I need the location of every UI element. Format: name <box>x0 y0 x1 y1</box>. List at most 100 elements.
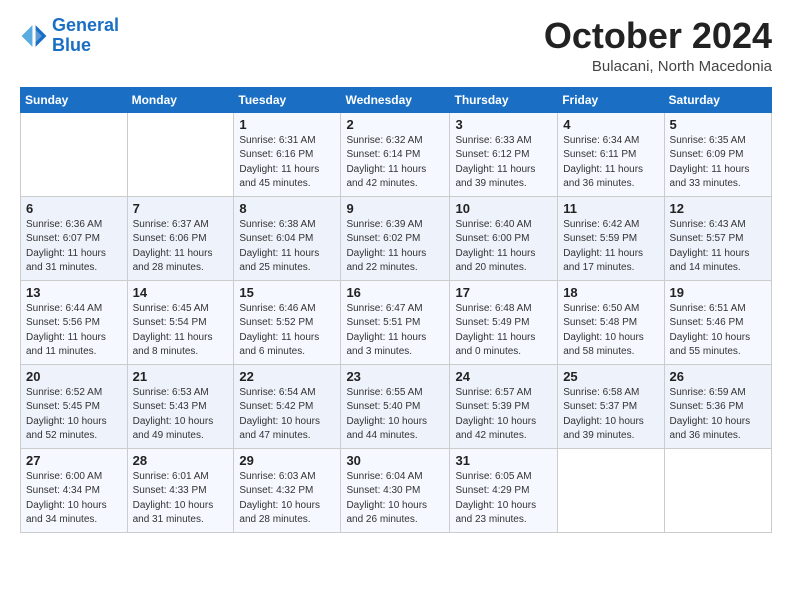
day-detail-29: Sunrise: 6:03 AMSunset: 4:32 PMDaylight:… <box>239 470 335 528</box>
calendar-header-row: Sunday Monday Tuesday Wednesday Thursday… <box>21 87 772 112</box>
cell-w1-d3: 1Sunrise: 6:31 AMSunset: 6:16 PMDaylight… <box>234 112 341 196</box>
day-detail-3: Sunrise: 6:33 AMSunset: 6:12 PMDaylight:… <box>455 134 552 192</box>
day-number-30: 30 <box>346 453 444 468</box>
cell-w4-d6: 25Sunrise: 6:58 AMSunset: 5:37 PMDayligh… <box>558 364 664 448</box>
day-number-29: 29 <box>239 453 335 468</box>
cell-w2-d4: 9 Sunrise: 6:39 AMSunset: 6:02 PMDaylight… <box>341 196 450 280</box>
day-number-27: 27 <box>26 453 122 468</box>
cell-w5-d6 <box>558 448 664 532</box>
month-title: October 2024 <box>544 16 772 56</box>
day-detail-21: Sunrise: 6:53 AMSunset: 5:43 PMDaylight:… <box>133 386 229 444</box>
day-number-5: 5 <box>670 117 766 132</box>
day-number-8: 8 <box>239 201 335 216</box>
cell-w4-d1: 20 Sunrise: 6:52 AMSunset: 5:45 PMDayligh… <box>21 364 128 448</box>
location-subtitle: Bulacani, North Macedonia <box>544 58 772 75</box>
cell-w1-d2 <box>127 112 234 196</box>
day-number-22: 22 <box>239 369 335 384</box>
day-detail-14: Sunrise: 6:45 AMSunset: 5:54 PMDaylight:… <box>133 302 229 360</box>
week-row-4: 20 Sunrise: 6:52 AMSunset: 5:45 PMDayligh… <box>21 364 772 448</box>
day-number-1: 1 <box>239 117 335 132</box>
cell-w1-d6: 4 Sunrise: 6:34 AMSunset: 6:11 PMDaylight… <box>558 112 664 196</box>
header-friday: Friday <box>558 87 664 112</box>
day-detail-11: Sunrise: 6:42 AMSunset: 5:59 PMDaylight:… <box>563 218 658 276</box>
day-detail-8: Sunrise: 6:38 AMSunset: 6:04 PMDaylight:… <box>239 218 335 276</box>
day-detail-26: Sunrise: 6:59 AMSunset: 5:36 PMDaylight:… <box>670 386 766 444</box>
day-detail-24: Sunrise: 6:57 AMSunset: 5:39 PMDaylight:… <box>455 386 552 444</box>
day-detail-25: Sunrise: 6:58 AMSunset: 5:37 PMDaylight:… <box>563 386 658 444</box>
day-number-23: 23 <box>346 369 444 384</box>
day-number-10: 10 <box>455 201 552 216</box>
logo-icon <box>20 22 48 50</box>
cell-w5-d7 <box>664 448 771 532</box>
cell-w4-d3: 22 Sunrise: 6:54 AMSunset: 5:42 PMDayligh… <box>234 364 341 448</box>
cell-w4-d4: 23 Sunrise: 6:55 AMSunset: 5:40 PMDayligh… <box>341 364 450 448</box>
day-number-19: 19 <box>670 285 766 300</box>
day-number-2: 2 <box>346 117 444 132</box>
day-number-15: 15 <box>239 285 335 300</box>
day-number-4: 4 <box>563 117 658 132</box>
day-number-9: 9 <box>346 201 444 216</box>
cell-w1-d7: 5 Sunrise: 6:35 AMSunset: 6:09 PMDaylight… <box>664 112 771 196</box>
header-tuesday: Tuesday <box>234 87 341 112</box>
day-detail-15: Sunrise: 6:46 AMSunset: 5:52 PMDaylight:… <box>239 302 335 360</box>
day-detail-13: Sunrise: 6:44 AMSunset: 5:56 PMDaylight:… <box>26 302 122 360</box>
page: General Blue October 2024 Bulacani, Nort… <box>0 0 792 612</box>
cell-w4-d7: 26 Sunrise: 6:59 AMSunset: 5:36 PMDayligh… <box>664 364 771 448</box>
header: General Blue October 2024 Bulacani, Nort… <box>20 16 772 75</box>
day-detail-2: Sunrise: 6:32 AMSunset: 6:14 PMDaylight:… <box>346 134 444 192</box>
header-monday: Monday <box>127 87 234 112</box>
cell-w3-d6: 18Sunrise: 6:50 AMSunset: 5:48 PMDayligh… <box>558 280 664 364</box>
day-number-7: 7 <box>133 201 229 216</box>
day-number-28: 28 <box>133 453 229 468</box>
day-detail-23: Sunrise: 6:55 AMSunset: 5:40 PMDaylight:… <box>346 386 444 444</box>
logo-line1: General <box>52 15 119 35</box>
day-number-24: 24 <box>455 369 552 384</box>
logo-text: General Blue <box>52 16 119 56</box>
day-detail-22: Sunrise: 6:54 AMSunset: 5:42 PMDaylight:… <box>239 386 335 444</box>
logo-line2: Blue <box>52 35 91 55</box>
day-detail-28: Sunrise: 6:01 AMSunset: 4:33 PMDaylight:… <box>133 470 229 528</box>
cell-w4-d2: 21 Sunrise: 6:53 AMSunset: 5:43 PMDayligh… <box>127 364 234 448</box>
cell-w1-d1 <box>21 112 128 196</box>
cell-w3-d1: 13Sunrise: 6:44 AMSunset: 5:56 PMDayligh… <box>21 280 128 364</box>
cell-w3-d3: 15 Sunrise: 6:46 AMSunset: 5:52 PMDayligh… <box>234 280 341 364</box>
day-detail-20: Sunrise: 6:52 AMSunset: 5:45 PMDaylight:… <box>26 386 122 444</box>
day-detail-9: Sunrise: 6:39 AMSunset: 6:02 PMDaylight:… <box>346 218 444 276</box>
title-block: October 2024 Bulacani, North Macedonia <box>544 16 772 75</box>
cell-w5-d3: 29 Sunrise: 6:03 AMSunset: 4:32 PMDayligh… <box>234 448 341 532</box>
day-number-17: 17 <box>455 285 552 300</box>
day-detail-7: Sunrise: 6:37 AMSunset: 6:06 PMDaylight:… <box>133 218 229 276</box>
day-number-20: 20 <box>26 369 122 384</box>
week-row-5: 27Sunrise: 6:00 AMSunset: 4:34 PMDayligh… <box>21 448 772 532</box>
cell-w1-d4: 2 Sunrise: 6:32 AMSunset: 6:14 PMDaylight… <box>341 112 450 196</box>
day-number-6: 6 <box>26 201 122 216</box>
day-number-12: 12 <box>670 201 766 216</box>
day-detail-31: Sunrise: 6:05 AMSunset: 4:29 PMDaylight:… <box>455 470 552 528</box>
cell-w3-d7: 19Sunrise: 6:51 AMSunset: 5:46 PMDayligh… <box>664 280 771 364</box>
day-detail-6: Sunrise: 6:36 AMSunset: 6:07 PMDaylight:… <box>26 218 122 276</box>
day-number-26: 26 <box>670 369 766 384</box>
cell-w5-d2: 28 Sunrise: 6:01 AMSunset: 4:33 PMDayligh… <box>127 448 234 532</box>
header-saturday: Saturday <box>664 87 771 112</box>
day-detail-30: Sunrise: 6:04 AMSunset: 4:30 PMDaylight:… <box>346 470 444 528</box>
cell-w2-d3: 8 Sunrise: 6:38 AMSunset: 6:04 PMDaylight… <box>234 196 341 280</box>
cell-w3-d5: 17 Sunrise: 6:48 AMSunset: 5:49 PMDayligh… <box>450 280 558 364</box>
cell-w3-d2: 14 Sunrise: 6:45 AMSunset: 5:54 PMDayligh… <box>127 280 234 364</box>
header-thursday: Thursday <box>450 87 558 112</box>
day-detail-4: Sunrise: 6:34 AMSunset: 6:11 PMDaylight:… <box>563 134 658 192</box>
day-number-21: 21 <box>133 369 229 384</box>
day-detail-16: Sunrise: 6:47 AMSunset: 5:51 PMDaylight:… <box>346 302 444 360</box>
header-wednesday: Wednesday <box>341 87 450 112</box>
day-number-14: 14 <box>133 285 229 300</box>
day-detail-5: Sunrise: 6:35 AMSunset: 6:09 PMDaylight:… <box>670 134 766 192</box>
day-detail-12: Sunrise: 6:43 AMSunset: 5:57 PMDaylight:… <box>670 218 766 276</box>
day-number-16: 16 <box>346 285 444 300</box>
cell-w5-d5: 31 Sunrise: 6:05 AMSunset: 4:29 PMDayligh… <box>450 448 558 532</box>
cell-w4-d5: 24 Sunrise: 6:57 AMSunset: 5:39 PMDayligh… <box>450 364 558 448</box>
day-detail-17: Sunrise: 6:48 AMSunset: 5:49 PMDaylight:… <box>455 302 552 360</box>
header-sunday: Sunday <box>21 87 128 112</box>
day-number-31: 31 <box>455 453 552 468</box>
day-number-3: 3 <box>455 117 552 132</box>
logo: General Blue <box>20 16 119 56</box>
cell-w5-d1: 27Sunrise: 6:00 AMSunset: 4:34 PMDayligh… <box>21 448 128 532</box>
